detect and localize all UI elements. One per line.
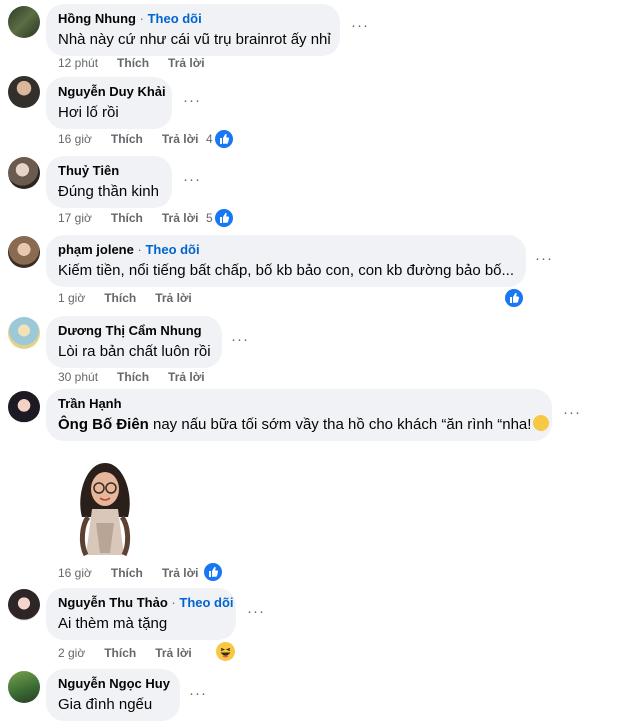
comment-bubble: Thuỷ Tiên Đúng thần kinh (46, 156, 172, 208)
timestamp[interactable]: 1 giờ (58, 291, 85, 305)
like-reaction-icon[interactable] (214, 208, 234, 228)
more-options-icon[interactable]: ··· (180, 93, 204, 111)
avatar[interactable] (8, 236, 40, 268)
reply-button[interactable]: Trả lời (168, 56, 205, 70)
reply-button[interactable]: Trả lời (162, 211, 199, 225)
comment-text: Gia đình ngếu (58, 696, 153, 713)
avatar[interactable] (8, 589, 40, 621)
reply-button[interactable]: Trả lời (162, 566, 199, 580)
like-button[interactable]: Thích (111, 132, 143, 146)
comment-bubble: Nguyễn Thu Thảo · Theo dõi Ai thèm mà tặ… (46, 588, 236, 640)
reaction-count[interactable]: 5 (206, 210, 213, 226)
author-name[interactable]: Trần Hạnh (58, 396, 122, 411)
author-name[interactable]: Dương Thị Cẩm Nhung (58, 323, 202, 338)
mentioned-page[interactable]: Ông Bố Điên (58, 416, 149, 433)
like-reaction-icon[interactable] (504, 288, 524, 308)
separator-dot: · (139, 11, 144, 26)
comment-meta: 16 giờ Thích Trả lời (58, 565, 217, 581)
comment-text-body: nay nấu bữa tối sớm vầy tha hồ cho khách… (153, 416, 532, 433)
comment-bubble: Nguyễn Ngọc Huy Gia đình ngếu (46, 669, 180, 721)
avatar-sticker (74, 455, 136, 563)
separator-dot: · (137, 242, 142, 257)
like-button[interactable]: Thích (117, 56, 149, 70)
comment-meta: 12 phút Thích Trả lời (58, 55, 224, 71)
avatar[interactable] (8, 391, 40, 423)
like-button[interactable]: Thích (104, 646, 136, 660)
avatar[interactable] (8, 76, 40, 108)
more-options-icon[interactable]: ··· (348, 18, 372, 36)
author-name[interactable]: Hồng Nhung (58, 11, 136, 26)
author-name[interactable]: Nguyễn Ngọc Huy (58, 676, 170, 691)
more-options-icon[interactable]: ··· (532, 251, 556, 269)
reply-button[interactable]: Trả lời (162, 132, 199, 146)
reply-button[interactable]: Trả lời (155, 291, 192, 305)
author-name[interactable]: Thuỷ Tiên (58, 163, 119, 178)
comment-text: Lòi ra bản chất luôn rồi (58, 343, 211, 360)
timestamp[interactable]: 2 giờ (58, 646, 85, 660)
comment-text: Nhà này cứ như cái vũ trụ brainrot ấy nh… (58, 31, 331, 48)
reply-button[interactable]: Trả lời (168, 370, 205, 384)
timestamp[interactable]: 16 giờ (58, 566, 92, 580)
timestamp[interactable]: 17 giờ (58, 211, 92, 225)
more-options-icon[interactable]: ··· (180, 172, 204, 190)
comment-meta: 2 giờ Thích Trả lời (58, 645, 211, 661)
comment-meta: 16 giờ Thích Trả lời (58, 131, 217, 147)
author-name[interactable]: Nguyễn Duy Khải (58, 84, 166, 99)
author-name[interactable]: Nguyễn Thu Thảo (58, 595, 168, 610)
avatar[interactable] (8, 317, 40, 349)
comment-bubble: Trần Hạnh Ông Bố Điên nay nấu bữa tối sớ… (46, 389, 552, 441)
avatar[interactable] (8, 157, 40, 189)
more-options-icon[interactable]: ··· (244, 604, 268, 622)
comment-meta: 17 giờ Thích Trả lời (58, 210, 217, 226)
timestamp[interactable]: 16 giờ (58, 132, 92, 146)
comment-text: Hơi lố rồi (58, 104, 119, 121)
comment-meta: 30 phút Thích Trả lời (58, 369, 224, 385)
avatar[interactable] (8, 671, 40, 703)
avatar[interactable] (8, 6, 40, 38)
comment-bubble: Nguyễn Duy Khải Hơi lố rồi (46, 77, 172, 129)
like-button[interactable]: Thích (117, 370, 149, 384)
like-reaction-icon[interactable] (214, 129, 234, 149)
comment-bubble: phạm jolene · Theo dõi Kiếm tiền, nổi ti… (46, 235, 526, 287)
like-reaction-icon[interactable] (203, 562, 223, 582)
reply-button[interactable]: Trả lời (155, 646, 192, 660)
more-options-icon[interactable]: ··· (186, 686, 210, 704)
comment-text: Ông Bố Điên nay nấu bữa tối sớm vầy tha … (58, 415, 550, 435)
more-options-icon[interactable]: ··· (560, 405, 584, 423)
follow-link[interactable]: Theo dõi (179, 595, 233, 610)
follow-link[interactable]: Theo dõi (148, 11, 202, 26)
comment-text: Ai thèm mà tặng (58, 615, 168, 632)
comment-text: Kiếm tiền, nổi tiếng bất chấp, bố kb bảo… (58, 262, 515, 279)
reaction-count[interactable]: 4 (206, 131, 213, 147)
like-button[interactable]: Thích (111, 211, 143, 225)
author-name[interactable]: phạm jolene (58, 242, 134, 257)
like-button[interactable]: Thích (111, 566, 143, 580)
comment-text: Đúng thần kinh (58, 183, 159, 200)
separator-dot: · (171, 595, 176, 610)
timestamp[interactable]: 30 phút (58, 370, 98, 384)
hugging-face-emoji-icon (533, 415, 550, 431)
timestamp[interactable]: 12 phút (58, 56, 98, 70)
follow-link[interactable]: Theo dõi (145, 242, 199, 257)
like-button[interactable]: Thích (104, 291, 136, 305)
comment-bubble: Dương Thị Cẩm Nhung Lòi ra bản chất luôn… (46, 316, 222, 368)
haha-reaction-icon[interactable] (216, 642, 235, 661)
comment-meta: 1 giờ Thích Trả lời (58, 290, 211, 306)
comment-bubble: Hồng Nhung · Theo dõi Nhà này cứ như cái… (46, 4, 340, 56)
more-options-icon[interactable]: ··· (228, 332, 252, 350)
